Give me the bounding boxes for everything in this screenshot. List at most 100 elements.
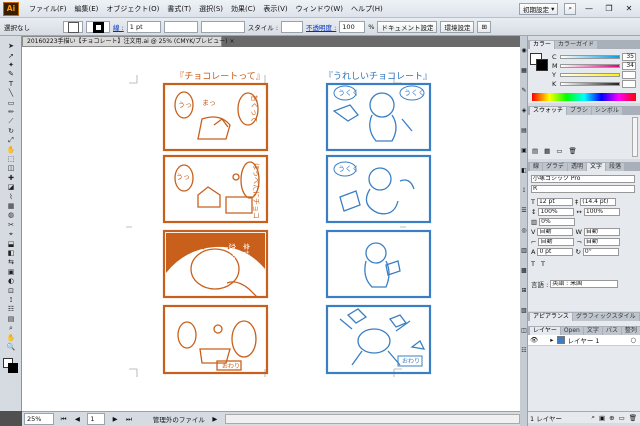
tool-32-icon[interactable]: 🔍 [2,343,20,352]
stroke-swatch[interactable] [86,20,110,33]
char-rotation-field[interactable]: 0° [582,248,619,256]
workspace-switcher[interactable]: 初期設定 ▾ [519,2,559,15]
zoom-field[interactable]: 25% [24,413,54,425]
tool-9-icon[interactable]: ↻ [2,127,20,136]
char-tabs-tab-4[interactable]: 段落 [606,163,625,171]
swatch-tabs-tab-1[interactable]: ブラシ [567,107,591,115]
ruby-icon[interactable]: T [541,260,545,268]
vertical-scale-field[interactable]: 100% [538,208,575,216]
tool-24-icon[interactable]: ▣ [2,268,20,277]
channel-value[interactable] [622,79,636,88]
swatch-tabs-tab-2[interactable]: シンボル [591,107,622,115]
layer-row[interactable]: 👁 ▸ レイヤー 1 ○ [528,335,640,346]
slider-track[interactable] [560,81,620,86]
stroke-width-field[interactable]: 1 pt [126,20,161,33]
tool-2-icon[interactable]: ✦ [2,61,20,70]
swatch-tabs-tab-0[interactable]: スウォッチ [530,107,567,115]
menu-item-3[interactable]: 書式(T) [163,0,195,18]
dock-3-icon[interactable]: ◈ [520,106,528,115]
aki-right-field[interactable]: 自動 [583,238,620,246]
appear-tabs-tab-0[interactable]: アピアランス [530,313,572,321]
menu-item-2[interactable]: オブジェクト(O) [102,0,163,18]
font-style-field[interactable]: R [531,185,635,193]
stroke-label[interactable]: 線 : [113,22,124,32]
search-icon[interactable]: ⌕ [564,2,576,15]
last-artboard-icon[interactable]: ⏭ [125,415,133,424]
tool-6-icon[interactable]: ▭ [2,98,20,107]
tool-31-icon[interactable]: ✋ [2,333,20,342]
dock-8-icon[interactable]: ☰ [520,206,528,215]
language-field[interactable]: 英語 : 米国 [550,280,619,288]
channel-value[interactable]: 34 [622,61,636,70]
restore-icon[interactable]: ❐ [602,3,616,15]
channel-value[interactable]: 35 [622,52,636,61]
clipping-mask-icon[interactable]: ▣ [599,414,605,422]
color-slider-c[interactable]: C 35 [528,52,640,61]
menu-item-1[interactable]: 編集(E) [71,0,103,18]
char-tabs-tab-1[interactable]: グラデ [543,163,568,171]
document-tab[interactable]: 20160223手描い【チョコレート】注文用.ai @ 25% (CMYK/プレ… [22,36,234,47]
dock-7-icon[interactable]: ⟟ [520,186,528,195]
tool-14-icon[interactable]: ✚ [2,174,20,183]
menu-item-4[interactable]: 選択(S) [195,0,227,18]
new-swatch-icon[interactable]: ▭ [556,147,562,155]
channel-value[interactable] [622,70,636,79]
align-icon[interactable]: ⊞ [477,20,491,33]
swatch-scrollbar[interactable] [632,117,638,157]
dock-11-icon[interactable]: ▩ [520,266,528,275]
layer-tabs-tab-4[interactable]: 整列 [621,327,640,335]
dock-1-icon[interactable]: ▦ [520,66,528,75]
menu-item-0[interactable]: ファイル(F) [25,0,71,18]
dock-13-icon[interactable]: ▧ [520,306,528,315]
char-tabs-tab-2[interactable]: 透明 [568,163,587,171]
tool-30-icon[interactable]: ⌕ [2,324,20,333]
dock-14-icon[interactable]: ◫ [520,326,528,335]
leading-field[interactable]: (14.4 pt) [580,198,617,206]
font-size-field[interactable]: 12 pt [536,198,573,206]
close-tab-icon[interactable]: × [229,38,234,45]
next-artboard-icon[interactable]: ▶ [111,415,119,423]
tool-26-icon[interactable]: ⊡ [2,286,20,295]
tool-3-icon[interactable]: ✎ [2,70,20,79]
new-layer-icon[interactable]: ▭ [619,414,625,422]
status-menu-icon[interactable]: ▶ [211,415,219,423]
menu-item-8[interactable]: ヘルプ(H) [347,0,387,18]
tool-21-icon[interactable]: ⬓ [2,239,20,248]
tool-10-icon[interactable]: ⤢ [2,136,20,145]
layer-target-icon[interactable]: ○ [630,336,636,344]
tool-0-icon[interactable]: ➤ [2,42,20,51]
char-tabs-tab-0[interactable]: 線 [530,163,543,171]
tool-11-icon[interactable]: ✋ [2,145,20,154]
opacity-field[interactable]: 100 [339,20,366,33]
char-tabs-tab-3[interactable]: 文字 [587,163,606,171]
color-slider-y[interactable]: Y [528,70,640,79]
tool-8-icon[interactable]: ⟋ [2,117,20,126]
color-tabs-tab-0[interactable]: カラー [530,41,555,49]
variable-width-dropdown[interactable] [163,20,198,33]
tool-16-icon[interactable]: ⌇ [2,192,20,201]
color-slider-k[interactable]: K [528,79,640,88]
tool-29-icon[interactable]: ▤ [2,315,20,324]
slider-track[interactable] [560,63,620,68]
tool-1-icon[interactable]: ➚ [2,51,20,60]
dock-2-icon[interactable]: ✎ [520,86,528,95]
first-artboard-icon[interactable]: ⏮ [60,415,68,424]
artboard-canvas[interactable]: 『チョコレートって』 甘くって うっ まっ ほっぺたにチョコ うっ 幸せな 恋の… [22,47,520,411]
new-sublayer-icon[interactable]: ⊕ [609,414,614,422]
layer-tabs-tab-3[interactable]: パス [602,327,621,335]
swatch-library-icon[interactable]: ▤ [532,147,538,155]
font-family-field[interactable]: 小塚ゴシック Pro [531,175,635,183]
dock-12-icon[interactable]: ⊞ [520,286,528,295]
appear-tabs-tab-1[interactable]: グラフィックスタイル [572,313,639,321]
delete-layer-icon[interactable]: 🗑 [629,414,637,422]
baseline-shift-field[interactable]: 0 pt [537,248,574,256]
menu-item-6[interactable]: 表示(V) [259,0,291,18]
dock-9-icon[interactable]: ◎ [520,226,528,235]
tool-13-icon[interactable]: ◫ [2,164,20,173]
expand-layer-icon[interactable]: ▸ [550,336,553,344]
horizontal-scrollbar[interactable] [224,414,521,424]
tool-12-icon[interactable]: ⬚ [2,155,20,164]
layer-tabs-tab-2[interactable]: 文字 [583,327,602,335]
minimize-icon[interactable]: — [582,3,596,15]
color-tabs-tab-1[interactable]: カラーガイド [555,41,598,49]
